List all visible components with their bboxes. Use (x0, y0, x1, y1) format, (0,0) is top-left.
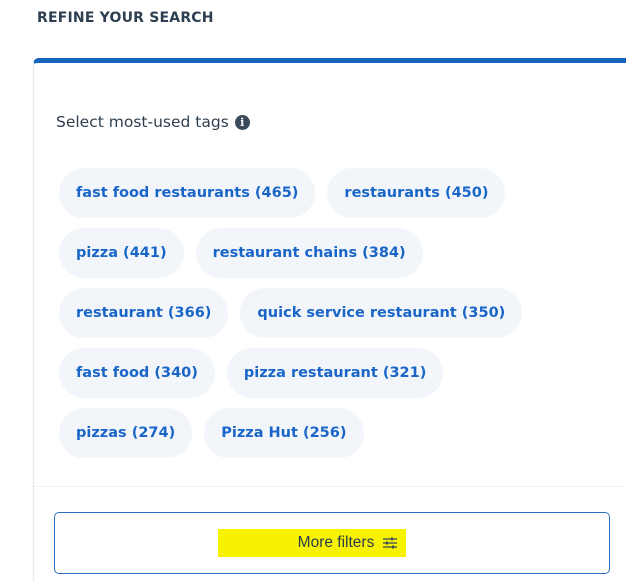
filters-sliders-icon (383, 537, 398, 549)
tag-list: fast food restaurants (465) restaurants … (59, 168, 604, 468)
yellow-highlight: More filters (217, 529, 407, 557)
panel-divider (34, 486, 626, 487)
tag-chip[interactable]: pizza restaurant (321) (226, 348, 444, 398)
tag-chip[interactable]: fast food restaurants (465) (59, 168, 316, 218)
tag-chip[interactable]: pizzas (274) (59, 408, 193, 458)
tags-title: Select most-used tags i (56, 113, 250, 131)
more-filters-button[interactable]: More filters (54, 512, 610, 574)
info-icon[interactable]: i (234, 114, 250, 130)
tag-chip[interactable]: pizza (441) (59, 228, 184, 278)
tag-chip[interactable]: restaurants (450) (327, 168, 506, 218)
tags-title-label: Select most-used tags (56, 113, 229, 131)
tags-panel: Select most-used tags i fast food restau… (33, 58, 626, 582)
tag-row: pizzas (274) Pizza Hut (256) (59, 408, 604, 458)
tag-row: fast food (340) pizza restaurant (321) (59, 348, 604, 398)
refine-search-heading: REFINE YOUR SEARCH (37, 10, 214, 26)
tag-row: fast food restaurants (465) restaurants … (59, 168, 604, 218)
tag-chip[interactable]: quick service restaurant (350) (240, 288, 523, 338)
tag-row: restaurant (366) quick service restauran… (59, 288, 604, 338)
tag-chip[interactable]: Pizza Hut (256) (204, 408, 364, 458)
tag-chip[interactable]: fast food (340) (59, 348, 215, 398)
tag-row: pizza (441) restaurant chains (384) (59, 228, 604, 278)
tag-chip[interactable]: restaurant (366) (59, 288, 229, 338)
more-filters-label: More filters (297, 534, 375, 551)
tag-chip[interactable]: restaurant chains (384) (195, 228, 423, 278)
